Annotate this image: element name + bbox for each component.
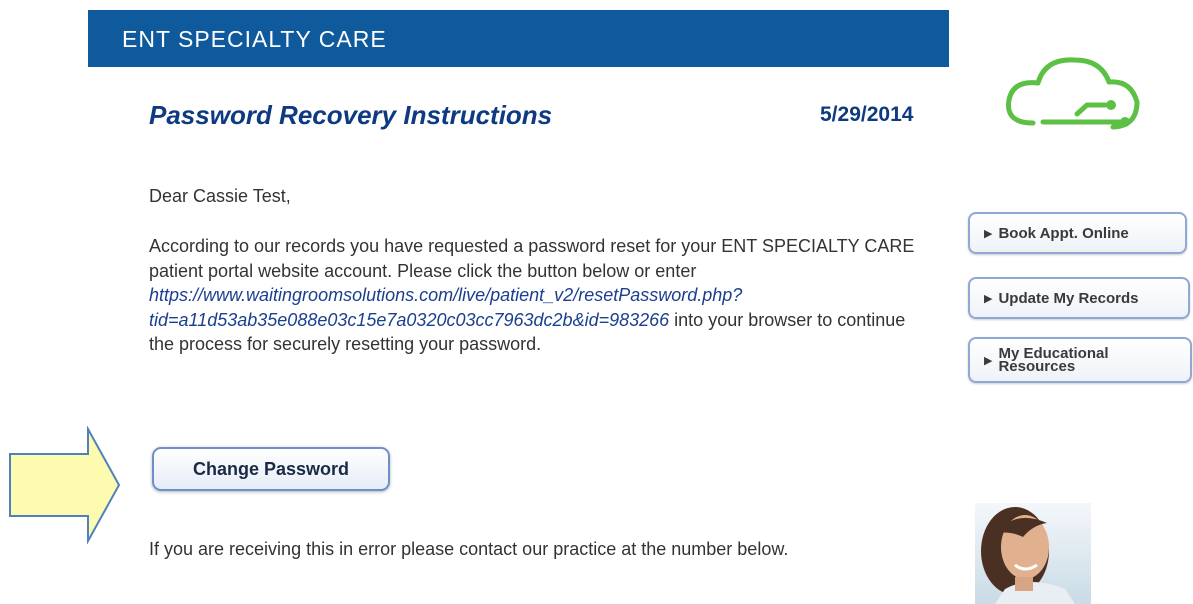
change-password-button[interactable]: Change Password [152,447,390,491]
practice-name: ENT SPECIALTY CARE [122,26,387,52]
play-triangle-icon: ▶ [984,354,993,367]
email-date: 5/29/2014 [820,103,914,126]
instructions-text: According to our records you have reques… [149,236,915,281]
play-triangle-icon: ▶ [984,227,993,240]
book-appointment-button[interactable]: ▶ Book Appt. Online [968,212,1187,254]
woman-photo [975,503,1091,604]
reset-link-line1: https://www.waitingroomsolutions.com/liv… [149,285,743,305]
book-appointment-label: Book Appt. Online [998,224,1129,242]
header-bar: ENT SPECIALTY CARE [88,10,949,67]
page-title: Password Recovery Instructions [149,100,553,130]
play-triangle-icon: ▶ [984,292,993,305]
educational-resources-button[interactable]: ▶ My Educational Resources [968,337,1192,383]
update-records-button[interactable]: ▶ Update My Records [968,277,1190,319]
cloud-logo-icon [1006,57,1140,130]
error-notice: If you are receiving this in error pleas… [149,539,789,559]
educational-resources-label-line2: Resources [998,358,1076,375]
educational-resources-label: My Educational Resources [998,346,1108,375]
reset-link-line2: tid=a11d53ab35e088e03c15e7a0320c03cc7963… [149,309,670,330]
reset-link[interactable]: https://www.waitingroomsolutions.com/liv… [149,285,742,330]
greeting: Dear Cassie Test, [149,186,291,206]
update-records-label: Update My Records [998,289,1139,307]
right-arrow-icon [9,426,121,544]
instructions-paragraph: According to our records you have reques… [149,234,929,357]
